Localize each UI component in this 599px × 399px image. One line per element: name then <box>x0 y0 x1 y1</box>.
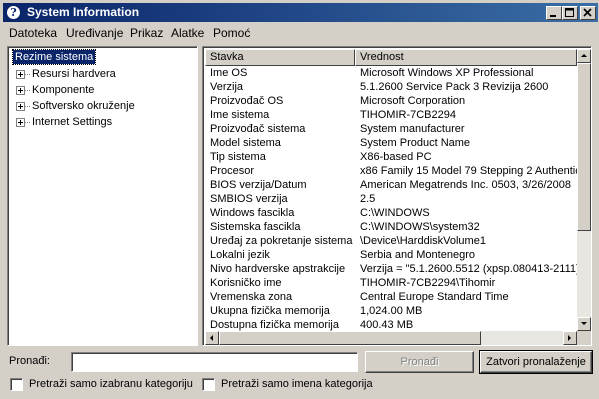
list-rows: Ime OS Microsoft Windows XP Professional … <box>205 66 577 331</box>
table-row[interactable]: Proizvođač sistema System manufacturer <box>205 122 577 136</box>
vertical-scroll-thumb[interactable] <box>577 63 591 231</box>
table-row[interactable]: Windows fascikla C:\WINDOWS <box>205 206 577 220</box>
category-tree[interactable]: Rezime sistema Resursi hardvera Komponen… <box>7 46 198 346</box>
scroll-right-button[interactable] <box>563 331 577 345</box>
tree-item-resursi-hardvera[interactable]: Resursi hardvera <box>16 67 186 81</box>
minimize-icon <box>550 15 556 17</box>
horizontal-scroll-thumb[interactable] <box>219 331 481 345</box>
column-header-vrednost[interactable]: Vrednost <box>355 49 577 66</box>
table-row[interactable]: Nivo hardverske apstrakcije Verzija = "5.… <box>205 262 577 276</box>
tree-item-rezime-sistema[interactable]: Rezime sistema <box>11 49 97 65</box>
maximize-icon <box>565 8 574 17</box>
arrow-right-icon <box>568 335 571 341</box>
table-row[interactable]: SMBIOS verzija 2.5 <box>205 192 577 206</box>
arrow-left-icon <box>210 335 213 341</box>
expand-plus-icon[interactable] <box>16 118 25 127</box>
list-header: Stavka Vrednost <box>205 49 577 66</box>
menu-alatke[interactable]: Alatke <box>171 26 204 40</box>
maximize-button[interactable] <box>562 6 578 20</box>
title-bar[interactable]: ? System Information <box>3 3 598 22</box>
table-row[interactable]: Procesor x86 Family 15 Model 79 Stepping … <box>205 164 577 178</box>
minimize-button[interactable] <box>546 6 562 20</box>
tree-item-softversko-okruzenje[interactable]: Softversko okruženje <box>16 99 186 113</box>
expand-plus-icon[interactable] <box>16 70 25 79</box>
table-row[interactable]: Verzija 5.1.2600 Service Pack 3 Revizija … <box>205 80 577 94</box>
arrow-down-icon <box>581 322 587 325</box>
horizontal-scrollbar[interactable] <box>205 331 577 345</box>
table-row[interactable]: BIOS verzija/Datum American Megatrends In… <box>205 178 577 192</box>
table-row[interactable]: Sistemska fascikla C:\WINDOWS\system32 <box>205 220 577 234</box>
arrow-up-icon <box>581 54 587 57</box>
table-row[interactable]: Tip sistema X86-based PC <box>205 150 577 164</box>
menu-uredjivanje[interactable]: Uređivanje <box>66 26 123 40</box>
table-row[interactable]: Ime sistema TIHOMIR-7CB2294 <box>205 108 577 122</box>
expand-plus-icon[interactable] <box>16 102 25 111</box>
checkbox-box[interactable] <box>10 378 23 391</box>
vertical-scrollbar[interactable] <box>577 49 591 331</box>
close-button[interactable] <box>580 6 596 20</box>
table-row[interactable]: Model sistema System Product Name <box>205 136 577 150</box>
find-label: Pronađi: <box>9 355 50 367</box>
find-button[interactable]: Pronađi <box>365 351 474 373</box>
table-row[interactable]: Korisničko ime TIHOMIR-7CB2294\Tihomir <box>205 276 577 290</box>
table-row[interactable]: Uređaj za pokretanje sistema \Device\Hard… <box>205 234 577 248</box>
table-row[interactable]: Ime OS Microsoft Windows XP Professional <box>205 66 577 80</box>
find-input[interactable] <box>71 352 358 372</box>
close-icon <box>583 8 592 17</box>
help-question-icon: ? <box>6 5 21 20</box>
menu-pomoc[interactable]: Pomoć <box>213 26 250 40</box>
scroll-down-button[interactable] <box>577 317 591 331</box>
table-row[interactable]: Vremenska zona Central Europe Standard Ti… <box>205 290 577 304</box>
menu-bar: Datoteka Uređivanje Prikaz Alatke Pomoć <box>3 23 598 43</box>
table-row[interactable]: Lokalni jezik Serbia and Montenegro <box>205 248 577 262</box>
tree-item-komponente[interactable]: Komponente <box>16 83 186 97</box>
scroll-left-button[interactable] <box>205 331 219 345</box>
scrollbar-corner <box>577 331 591 345</box>
system-information-window: ? System Information Datoteka Uređivanje… <box>0 0 599 399</box>
window-title: System Information <box>27 5 140 19</box>
scroll-up-button[interactable] <box>577 49 591 63</box>
checkbox-box[interactable] <box>202 378 215 391</box>
table-row[interactable]: Dostupna fizička memorija 400.43 MB <box>205 318 577 331</box>
menu-datoteka[interactable]: Datoteka <box>9 26 57 40</box>
close-find-button[interactable]: Zatvori pronalaženje <box>479 350 593 374</box>
expand-plus-icon[interactable] <box>16 86 25 95</box>
tree-item-internet-settings[interactable]: Internet Settings <box>16 115 186 129</box>
menu-prikaz[interactable]: Prikaz <box>130 26 163 40</box>
table-row[interactable]: Proizvođač OS Microsoft Corporation <box>205 94 577 108</box>
column-header-stavka[interactable]: Stavka <box>205 49 355 66</box>
details-list[interactable]: Stavka Vrednost Ime OS Microsoft Windows … <box>202 46 592 346</box>
table-row[interactable]: Ukupna fizička memorija 1,024.00 MB <box>205 304 577 318</box>
